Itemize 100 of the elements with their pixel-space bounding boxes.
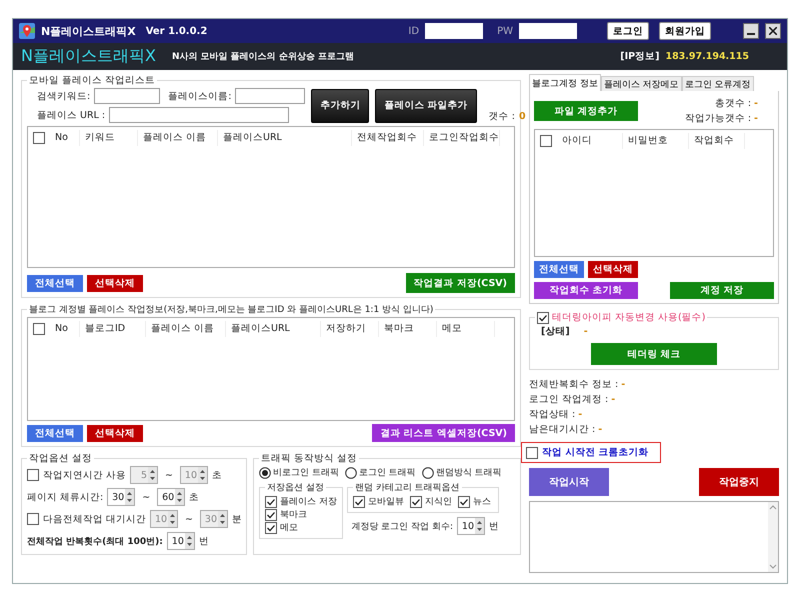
checkbox[interactable]	[526, 446, 538, 458]
column-header[interactable]: 메모	[437, 321, 495, 337]
option-label: 작업지연시간 사용	[43, 468, 126, 482]
checkbox-label: 지식인	[425, 496, 452, 508]
id-field[interactable]	[425, 23, 484, 39]
save-accounts-button[interactable]: 계정 저장	[670, 282, 774, 299]
export-csv-button[interactable]: 결과 리스트 엑셀저장(CSV)	[372, 424, 515, 442]
column-header[interactable]: 플레이스URL	[218, 130, 352, 146]
scrollbar[interactable]	[768, 502, 778, 572]
place-name-field[interactable]	[235, 88, 306, 104]
add-button[interactable]: 추가하기	[311, 88, 370, 122]
minimize-button[interactable]	[743, 23, 759, 39]
group-title: 작업옵션 설정	[28, 452, 94, 465]
select-all-button[interactable]: 전체선택	[27, 424, 83, 442]
column-header[interactable]: 작업회수	[689, 133, 745, 149]
checkbox[interactable]	[265, 496, 277, 508]
option-label: 전체작업 반복횟수(최대 100번):	[27, 536, 163, 548]
checkbox[interactable]	[33, 323, 45, 335]
group-title: 트래픽 동작방식 설정	[260, 452, 358, 465]
group-title: 블로그 계정별 플레이스 작업정보(저장,북마크,메모는 블로그ID 와 플레이스URL은 1:1 방식 입니다)	[28, 304, 434, 316]
unit-label: 번	[198, 534, 209, 548]
delete-selected-button[interactable]: 선택삭제	[87, 424, 143, 442]
tethering-check-button[interactable]: 테더링 체크	[591, 343, 717, 365]
checkbox[interactable]	[458, 496, 470, 508]
app-name: N플레이스트래픽X	[21, 46, 156, 67]
column-header[interactable]: 플레이스 이름	[138, 130, 218, 146]
tab[interactable]: 플레이스 저장메모	[600, 76, 682, 91]
column-header[interactable]: 로그인작업회수	[424, 130, 500, 146]
number-spinner[interactable]: 30	[107, 488, 136, 506]
column-header[interactable]: 전체작업회수	[352, 130, 424, 146]
pw-label: PW	[497, 26, 513, 36]
reset-count-button[interactable]: 작업회수 초기화	[534, 282, 638, 299]
number-spinner[interactable]: 10	[166, 532, 195, 550]
window-title: N플레이스트래픽X	[41, 24, 136, 38]
group-title: 모바일 플레이스 작업리스트	[28, 74, 156, 87]
column-header[interactable]: No	[50, 321, 80, 337]
field-label: 검색키워드:	[37, 90, 90, 102]
tab[interactable]: 블로그계정 정보	[529, 74, 601, 91]
checkbox[interactable]	[353, 496, 365, 508]
add-account-file-button[interactable]: 파일 계정추가	[534, 101, 638, 121]
password-field[interactable]	[519, 23, 577, 39]
checkbox-label: 메모	[280, 522, 298, 534]
checkbox[interactable]	[540, 135, 552, 147]
checkbox[interactable]	[410, 496, 422, 508]
radio-button[interactable]	[422, 466, 434, 478]
group-title: 랜덤 카테고리 트래픽옵션	[354, 482, 461, 494]
delete-selected-button[interactable]: 선택삭제	[87, 274, 143, 292]
option-label: 다음전체작업 대기시간	[43, 512, 146, 526]
unit-label: 분	[232, 512, 242, 526]
column-header[interactable]: 아이디	[557, 133, 623, 149]
column-header[interactable]: 블로그ID	[80, 321, 146, 337]
option-label: 페이지 체류시간:	[27, 490, 104, 504]
save-csv-button[interactable]: 작업결과 저장(CSV)	[406, 273, 515, 293]
info-text: 로그인 작업계정 : -	[529, 393, 616, 406]
tagline: N사의 모바일 플레이스의 순위상승 프로그램	[172, 51, 354, 63]
add-file-button[interactable]: 플레이스 파일추가	[375, 88, 477, 122]
range-separator: ~	[142, 492, 150, 502]
close-button[interactable]	[765, 23, 781, 39]
unit-label: 초	[189, 490, 200, 504]
number-spinner[interactable]: 60	[157, 488, 186, 506]
checkbox[interactable]	[265, 522, 277, 534]
keyword-field[interactable]	[94, 88, 160, 104]
radio-button[interactable]	[344, 466, 357, 478]
checkbox[interactable]	[265, 508, 277, 520]
delete-selected-button[interactable]: 선택삭제	[588, 261, 638, 278]
number-spinner[interactable]: 10	[457, 517, 485, 535]
column-header[interactable]: No	[50, 130, 80, 146]
stop-button[interactable]: 작업중지	[699, 468, 779, 496]
signup-button[interactable]: 회원가입	[659, 22, 711, 40]
tab[interactable]: 로그인 오류계정	[682, 76, 754, 91]
column-header[interactable]: 북마크	[379, 321, 437, 337]
checkbox-label: 북마크	[280, 509, 307, 521]
count-label: 갯수 :	[488, 110, 515, 123]
radio-button[interactable]	[259, 466, 271, 478]
place-url-field[interactable]	[109, 107, 290, 123]
checkbox[interactable]	[27, 469, 39, 481]
login-button[interactable]: 로그인	[607, 22, 649, 40]
close-icon	[769, 27, 777, 35]
unit-label: 번	[489, 520, 499, 532]
checkbox-label: 테더링아이피 자동변경 사용(필수)	[552, 311, 706, 324]
select-all-button[interactable]: 전체선택	[27, 274, 83, 292]
info-text: 남은대기시간 : -	[529, 423, 602, 436]
column-header[interactable]: 키워드	[80, 130, 138, 146]
select-all-button[interactable]: 전체선택	[534, 261, 584, 278]
group-title: 저장옵션 설정	[266, 482, 325, 494]
column-header[interactable]: 비밀번호	[623, 133, 689, 149]
count-value: 0	[518, 111, 526, 122]
stat-text: 작업가능갯수 : -	[684, 112, 758, 125]
radio-label: 랜덤방식 트래픽	[436, 467, 502, 479]
column-header[interactable]: 저장하기	[321, 321, 379, 337]
checkbox-label: 작업 시작전 크롬초기화	[542, 446, 649, 459]
checkbox[interactable]	[27, 513, 39, 525]
checkbox[interactable]	[33, 132, 45, 144]
map-pin-icon	[19, 23, 35, 39]
checkbox[interactable]	[537, 312, 549, 324]
field-label: 플레이스 URL :	[37, 108, 106, 122]
stat-text: 총갯수 : -	[714, 97, 758, 110]
start-button[interactable]: 작업시작	[529, 468, 609, 496]
column-header[interactable]: 플레이스URL	[226, 321, 321, 337]
column-header[interactable]: 플레이스 이름	[146, 321, 226, 337]
